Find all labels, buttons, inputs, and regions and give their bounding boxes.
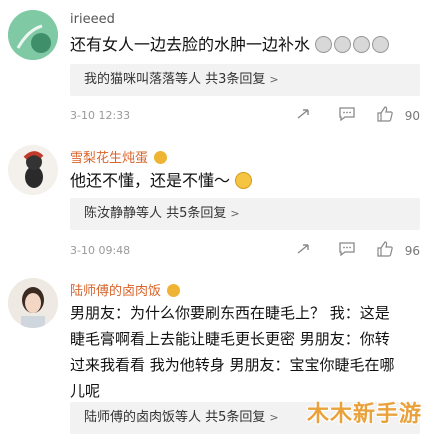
comment-text-content: 还有女人一边去脸的水肿一边补水 xyxy=(70,35,311,54)
replies-label: 陆师傅的卤肉饭等人 共5条回复 xyxy=(84,410,266,425)
replies-label: 陈汝静静等人 共5条回复 xyxy=(84,206,227,221)
watermark-logo: 木木新手游 xyxy=(306,402,422,427)
comment-icon[interactable] xyxy=(338,241,356,260)
emoji-icon xyxy=(315,35,391,54)
share-icon[interactable] xyxy=(296,106,312,125)
chevron-right-icon: > xyxy=(230,207,240,220)
comment-text: 还有女人一边去脸的水肿一边补水 xyxy=(70,32,422,58)
share-icon[interactable] xyxy=(296,241,312,260)
comment-1: irieeed 还有女人一边去脸的水肿一边补水 我的猫咪叫落落等人 共3条回复 >… xyxy=(0,0,434,130)
avatar[interactable] xyxy=(8,10,58,60)
view-replies-button[interactable]: 陈汝静静等人 共5条回复 > xyxy=(70,198,420,230)
comment-line: 睫毛膏啊看上去能让睫毛更长更密 男朋友：你转 xyxy=(70,330,390,348)
comment-text-content: 他还不懂，还是不懂～ xyxy=(70,171,231,190)
comment-meta: 3-10 09:48 96 xyxy=(70,241,420,261)
avatar-image xyxy=(8,278,58,328)
comment-meta: 3-10 12:33 90 xyxy=(70,106,420,126)
timestamp: 3-10 09:48 xyxy=(70,244,131,257)
avatar-image xyxy=(8,145,58,195)
chevron-right-icon: > xyxy=(269,411,279,424)
username[interactable]: 陆师傅的卤肉饭 xyxy=(70,280,181,299)
comment-text: 他还不懂，还是不懂～ xyxy=(70,168,422,194)
username[interactable]: 雪梨花生炖蛋 xyxy=(70,147,168,166)
view-replies-button[interactable]: 我的猫咪叫落落等人 共3条回复 > xyxy=(70,64,420,96)
avatar[interactable] xyxy=(8,278,58,328)
comment-icon[interactable] xyxy=(338,106,356,125)
like-icon[interactable] xyxy=(376,241,394,260)
username-text: 雪梨花生炖蛋 xyxy=(70,151,149,166)
chevron-right-icon: > xyxy=(269,73,279,86)
like-icon[interactable] xyxy=(376,106,394,125)
vip-badge-icon xyxy=(154,151,168,164)
timestamp: 3-10 12:33 xyxy=(70,109,131,122)
like-count: 96 xyxy=(404,244,420,258)
comment-text: 男朋友：为什么你要刷东西在睫毛上？ 我：这是 睫毛膏啊看上去能让睫毛更长更密 男… xyxy=(70,300,422,404)
smile-emoji-icon xyxy=(235,172,253,189)
comment-line: 过来我看看 我为他转身 男朋友：宝宝你睫毛在哪 xyxy=(70,356,395,374)
replies-label: 我的猫咪叫落落等人 共3条回复 xyxy=(84,72,266,87)
vip-badge-icon xyxy=(167,284,181,297)
username-text: 陆师傅的卤肉饭 xyxy=(70,284,162,299)
username[interactable]: irieeed xyxy=(70,12,115,27)
avatar-image xyxy=(8,10,58,60)
avatar[interactable] xyxy=(8,145,58,195)
like-count: 90 xyxy=(404,109,420,123)
comment-2: 雪梨花生炖蛋 他还不懂，还是不懂～ 陈汝静静等人 共5条回复 > 3-10 09:… xyxy=(0,135,434,265)
comment-line: 男朋友：为什么你要刷东西在睫毛上？ 我：这是 xyxy=(70,304,390,322)
